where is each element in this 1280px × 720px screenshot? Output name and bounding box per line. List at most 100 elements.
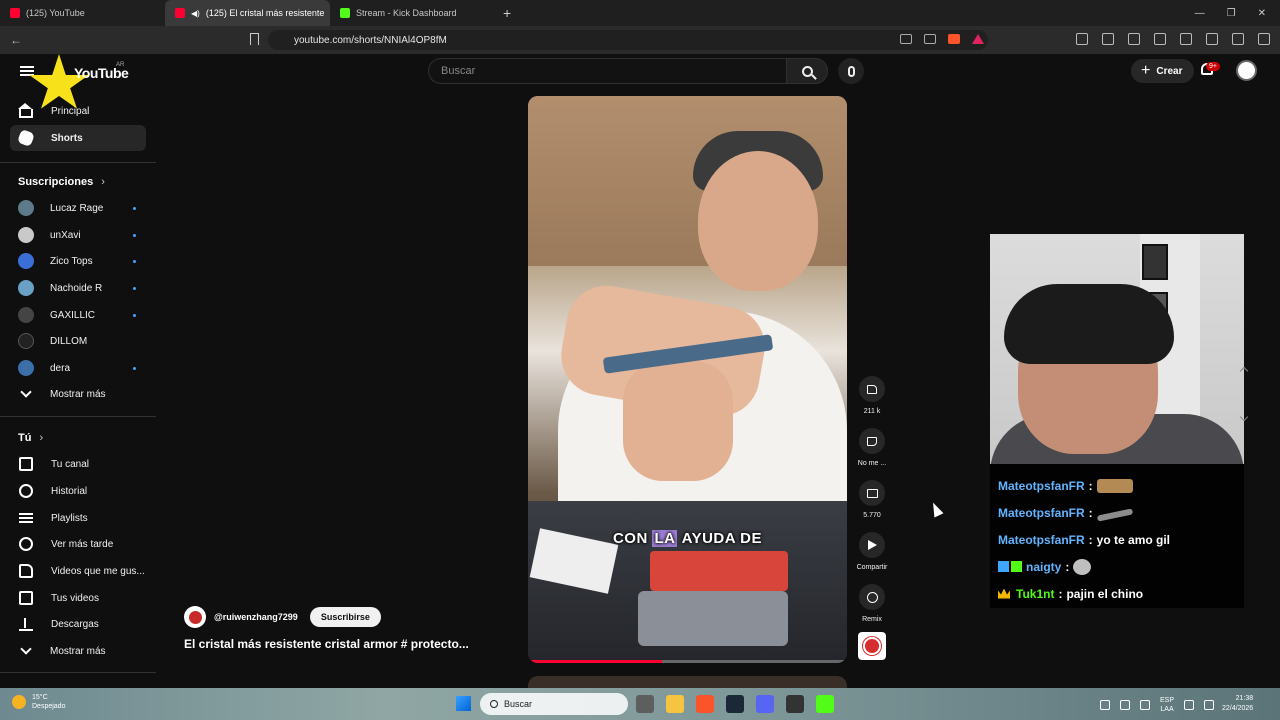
video-frame-hand (623, 361, 733, 481)
sidebar-subscription[interactable]: Lucaz Rage (10, 195, 146, 221)
sidebar-item-shorts[interactable]: Shorts (10, 125, 146, 151)
search-button[interactable] (786, 58, 828, 84)
create-button[interactable]: + Crear (1131, 59, 1195, 83)
account-avatar[interactable] (1236, 60, 1257, 81)
extension-icon[interactable] (1102, 33, 1114, 45)
steam-icon[interactable] (726, 695, 744, 713)
tab-kick-dashboard[interactable]: Stream - Kick Dashboard (330, 0, 495, 26)
volume-icon[interactable] (1204, 700, 1215, 710)
sidebar-subscription[interactable]: GAXILLIC (10, 302, 146, 328)
sidebar-subscription[interactable]: Nachoide R (10, 275, 146, 301)
window-controls: — ❐ ✕ (1195, 8, 1280, 19)
live-dot-icon (133, 366, 136, 370)
vpn-icon[interactable] (1232, 33, 1244, 45)
chevron-down-icon[interactable] (1239, 412, 1249, 422)
remix-button[interactable] (859, 584, 885, 610)
bookmark-icon[interactable] (250, 33, 259, 45)
tray-chevron-icon[interactable] (1100, 700, 1110, 710)
kick-favicon-icon (340, 8, 350, 18)
tab-youtube-short[interactable]: ◀) (125) El cristal más resistente × (165, 0, 330, 26)
sidebar-item-playlists[interactable]: Playlists (10, 505, 146, 531)
like-count: 211 k (863, 408, 881, 415)
brave-rewards-icon[interactable] (972, 34, 984, 44)
voice-search-button[interactable] (838, 58, 864, 84)
sidebar-item-principal[interactable]: Principal (10, 98, 146, 124)
you-heading[interactable]: Tú › (18, 432, 43, 444)
chevron-up-icon[interactable] (1239, 366, 1249, 376)
shorts-icon (17, 129, 35, 147)
wallet-icon[interactable] (1180, 33, 1192, 45)
show-more-you[interactable]: Mostrar más (10, 638, 146, 664)
sidebar-item-tus-videos[interactable]: Tus videos (10, 585, 146, 611)
sidebar-subscription[interactable]: dera (10, 355, 146, 381)
subscription-label: unXavi (50, 229, 81, 241)
file-explorer-icon[interactable] (666, 695, 684, 713)
taskbar-apps (636, 695, 834, 713)
search-input[interactable]: Buscar (428, 58, 786, 84)
media-icon[interactable] (1128, 33, 1140, 45)
short-video-player[interactable]: CON LA AYUDA DE (528, 96, 847, 663)
dislike-button[interactable] (859, 428, 885, 454)
sidebar-item-descargas[interactable]: Descargas (10, 611, 146, 637)
subscribe-button[interactable]: Suscribirse (309, 607, 381, 627)
live-dot-icon (133, 286, 136, 290)
obs-icon[interactable] (786, 695, 804, 713)
chat-message: MateotpsfanFR : yo te amo gil (998, 526, 1244, 553)
next-short-preview[interactable] (528, 676, 847, 688)
taskbar-search[interactable]: Buscar (480, 693, 628, 715)
brave-browser-icon[interactable] (696, 695, 714, 713)
kick-app-icon[interactable] (816, 695, 834, 713)
tray-app-icon[interactable] (1140, 700, 1150, 710)
new-tab-button[interactable]: + (503, 5, 511, 21)
weather-widget[interactable]: 15°C Despejado (12, 693, 65, 711)
video-progress-bar[interactable] (528, 660, 847, 663)
subscriptions-heading[interactable]: Suscripciones › (18, 176, 105, 188)
sidebar-item-liked-videos[interactable]: Videos que me gus... (10, 558, 146, 584)
clock-date: 22/4/2026 (1222, 705, 1254, 712)
sidebar-item-ver-mas-tarde[interactable]: Ver más tarde (10, 531, 146, 557)
share-page-icon[interactable] (924, 34, 936, 44)
sidebar-subscription[interactable]: DILLOM (10, 328, 146, 354)
cast-icon[interactable] (900, 34, 912, 44)
extension-icon[interactable] (1076, 33, 1088, 45)
discord-icon[interactable] (756, 695, 774, 713)
share-button[interactable] (859, 532, 885, 558)
hamburger-menu-icon[interactable] (20, 66, 34, 76)
window-close-icon[interactable]: ✕ (1258, 8, 1266, 19)
task-view-icon[interactable] (636, 695, 654, 713)
tab-youtube-home[interactable]: (125) YouTube (0, 0, 165, 26)
like-button[interactable] (859, 376, 885, 402)
live-dot-icon (133, 313, 136, 317)
maximize-icon[interactable]: ❐ (1227, 8, 1236, 19)
brave-shield-icon[interactable] (948, 34, 960, 44)
sidebar-item-label: Tu canal (51, 458, 89, 470)
wifi-icon[interactable] (1184, 700, 1195, 710)
minimize-icon[interactable]: — (1195, 8, 1205, 19)
chat-emote-icon (1096, 507, 1133, 522)
sidebar-subscription[interactable]: unXavi (10, 222, 146, 248)
keyboard-language[interactable]: ESP LAA (1160, 696, 1174, 714)
sidebar-subscription[interactable]: Zico Tops (10, 248, 146, 274)
tray-app-icon[interactable] (1120, 700, 1130, 710)
sidebar-item-tu-canal[interactable]: Tu canal (10, 451, 146, 477)
short-channel-avatar[interactable] (184, 606, 206, 628)
sidebar-icon[interactable] (1154, 33, 1166, 45)
subscriber-badge-icon (1011, 561, 1022, 572)
sound-source-thumbnail[interactable] (858, 632, 886, 660)
menu-icon[interactable] (1258, 33, 1270, 45)
chat-separator: : (1088, 532, 1093, 547)
url-input[interactable]: youtube.com/shorts/NNIAl4OP8fM (268, 30, 988, 50)
comments-button[interactable] (859, 480, 885, 506)
leo-ai-icon[interactable] (1206, 33, 1218, 45)
logo-region: AR (116, 62, 125, 68)
screen: (125) YouTube ◀) (125) El cristal más re… (0, 0, 1280, 720)
chat-badges (998, 561, 1022, 572)
sidebar-divider (0, 162, 156, 163)
windows-start-icon[interactable] (456, 696, 471, 711)
show-more-subscriptions[interactable]: Mostrar más (10, 381, 146, 407)
sidebar-item-historial[interactable]: Historial (10, 478, 146, 504)
back-icon[interactable]: ← (10, 33, 28, 47)
short-title[interactable]: El cristal más resistente cristal armor … (184, 637, 469, 651)
short-channel-name[interactable]: @ruiwenzhang7299 (214, 612, 298, 622)
taskbar-clock[interactable]: 21:38 22/4/2026 (1222, 694, 1253, 714)
